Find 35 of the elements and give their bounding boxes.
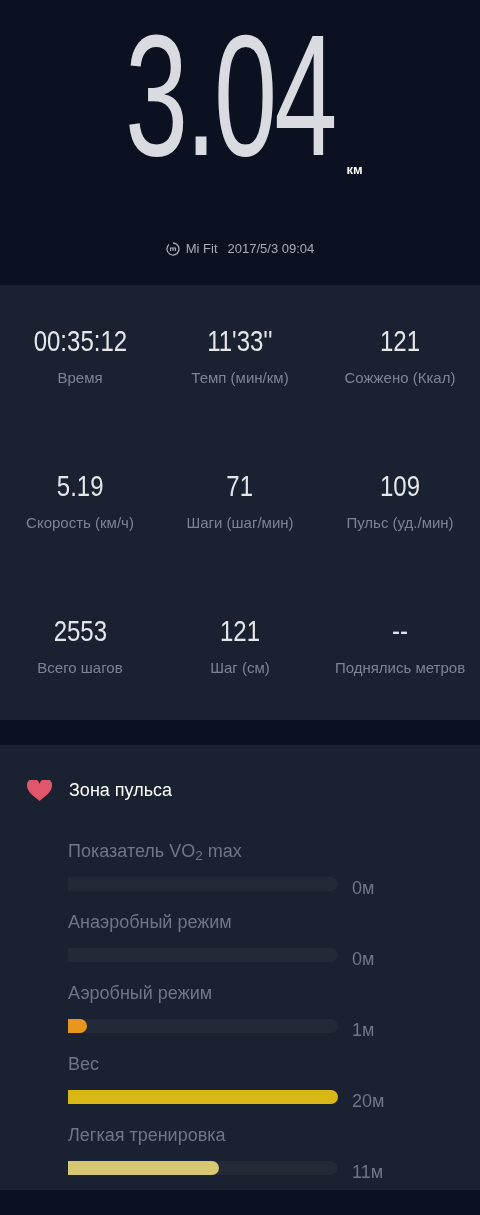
distance-value: 3.04 <box>125 9 335 181</box>
zone-label: Анаэробный режим <box>68 911 233 933</box>
stat-label: Шаги (шаг/мин) <box>186 513 294 533</box>
app-logo-icon <box>165 241 180 256</box>
stat-value: 11'33'' <box>207 323 273 359</box>
stat-value: -- <box>392 613 408 649</box>
zone-label: Вес <box>68 1053 101 1075</box>
workout-datetime: 2017/5/3 09:04 <box>227 240 315 258</box>
stat-value: 121 <box>220 613 260 649</box>
zone-label: Аэробный режим <box>68 982 214 1004</box>
zone-duration: 1м <box>352 1019 375 1042</box>
heart-icon <box>27 779 52 802</box>
zone-duration: 0м <box>352 877 375 900</box>
stat-label: Поднялись метров <box>334 658 466 678</box>
zone-duration: 0м <box>352 948 375 971</box>
zone-label: Показатель VO$_{2}$ max <box>68 840 243 862</box>
zone-duration: 20м <box>352 1090 385 1113</box>
stat-label: Всего шагов <box>37 658 123 678</box>
stat-label: Темп (мин/км) <box>191 368 289 388</box>
distance-unit: км <box>346 160 363 179</box>
stat-value: 109 <box>380 468 420 504</box>
section-title: Зона пульса <box>69 779 173 802</box>
stat-value: 2553 <box>53 613 107 649</box>
stat-label: Шаг (см) <box>210 658 270 678</box>
zone-duration: 11м <box>352 1161 384 1184</box>
stat-value: 00:35:12 <box>33 323 127 359</box>
stat-label: Сожжено (Ккал) <box>344 368 456 388</box>
zone-label: Легкая тренировка <box>68 1124 227 1146</box>
stat-value: 5.19 <box>56 468 104 504</box>
stat-value: 71 <box>226 468 254 504</box>
stat-label: Скорость (км/ч) <box>26 513 134 533</box>
stat-value: 121 <box>380 323 420 359</box>
stat-label: Пульс (уд./мин) <box>346 513 454 533</box>
app-name: Mi Fit <box>185 240 218 258</box>
stat-label: Время <box>57 368 103 388</box>
